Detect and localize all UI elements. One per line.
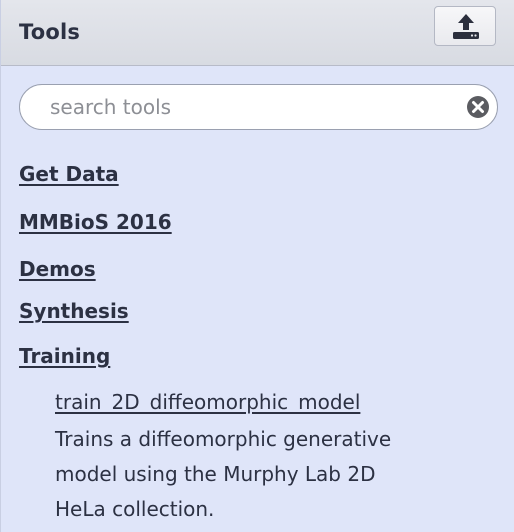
clear-search-button[interactable] [466,95,490,119]
tool-description-line: model using the Murphy Lab 2D [55,462,376,486]
section-get-data[interactable]: Get Data [19,162,119,186]
tool-description-line: HeLa collection. [55,497,215,521]
section-mmbios-2016[interactable]: MMBioS 2016 [19,210,172,234]
tool-panel: Tools Get Data MMBioS 2016 Demos Synthes… [0,0,514,532]
panel-title: Tools [19,20,81,44]
upload-button[interactable] [434,6,496,46]
section-training[interactable]: Training [19,344,110,368]
search-input[interactable] [50,93,430,121]
tool-link-train-2d-diffeomorphic-model[interactable]: train_2D_diffeomorphic_model [55,390,360,414]
clear-icon [467,96,489,118]
upload-icon [453,14,479,39]
section-demos[interactable]: Demos [19,257,96,281]
tool-description-line: Trains a diffeomorphic generative [55,427,392,451]
tool-panel-header: Tools [1,0,514,66]
search-box [19,84,498,130]
section-synthesis[interactable]: Synthesis [19,299,129,323]
